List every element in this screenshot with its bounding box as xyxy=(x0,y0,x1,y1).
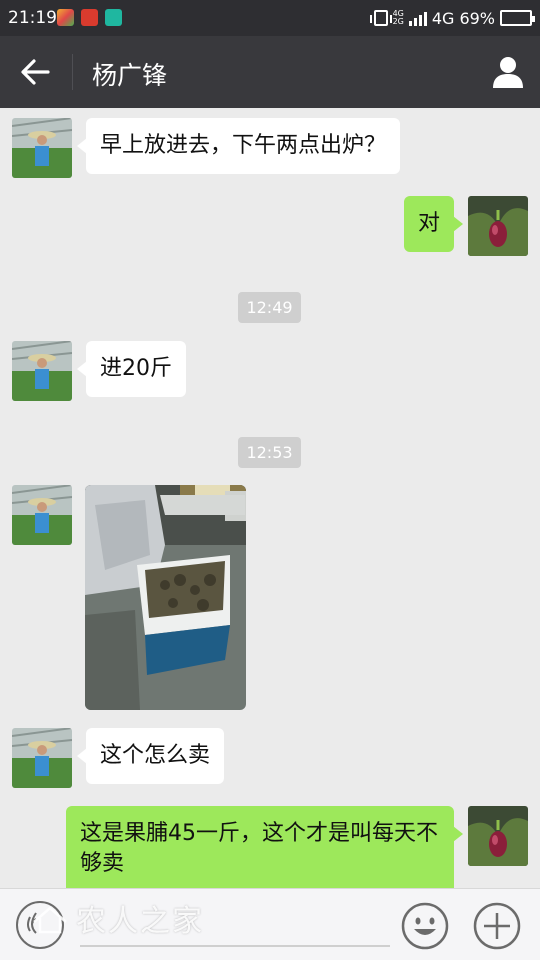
notification-app-icon xyxy=(105,9,122,26)
back-button[interactable] xyxy=(14,54,58,90)
status-bar: 21:19 4G 2G 4G 69% xyxy=(0,0,540,36)
person-icon xyxy=(493,57,523,88)
message-bubble-outgoing[interactable]: 对 xyxy=(403,196,464,252)
header-divider xyxy=(72,54,73,90)
status-time: 21:19 xyxy=(8,8,57,28)
notification-app-icon xyxy=(57,9,74,26)
watermark-text: 农人之家 xyxy=(76,904,204,939)
battery-percent: 69% xyxy=(459,8,495,28)
message-input[interactable] xyxy=(80,945,390,947)
emoji-button[interactable] xyxy=(400,901,450,951)
my-avatar[interactable] xyxy=(468,806,528,866)
network-label: 4G xyxy=(431,8,455,28)
message-timestamp: 12:53 xyxy=(238,437,301,468)
message-image[interactable] xyxy=(85,485,246,710)
more-button[interactable] xyxy=(472,901,522,951)
smiley-icon xyxy=(401,902,449,950)
chat-messages[interactable]: 早上放进去，下午两点出炉？ 对 12:49 进20斤 12:53 这个怎么卖 这… xyxy=(0,108,540,888)
profile-button[interactable] xyxy=(490,54,526,90)
battery-icon xyxy=(500,10,535,26)
network-type-small: 4G 2G xyxy=(392,9,404,26)
contact-avatar[interactable] xyxy=(12,341,72,401)
signal-icon xyxy=(408,10,427,26)
contact-avatar[interactable] xyxy=(12,485,72,545)
message-bubble-incoming[interactable]: 进20斤 xyxy=(77,341,186,397)
notification-app-icon xyxy=(81,9,98,26)
contact-name: 杨广锋 xyxy=(92,61,168,90)
vibrate-icon xyxy=(369,10,392,26)
message-bubble-outgoing[interactable]: 这是果脯45一斤，这个才是叫每天不够卖 xyxy=(66,806,463,888)
message-bubble-incoming[interactable]: 这个怎么卖 xyxy=(76,728,225,784)
message-timestamp: 12:49 xyxy=(238,292,301,323)
contact-avatar[interactable] xyxy=(12,118,72,178)
chat-header: 杨广锋 xyxy=(0,36,540,108)
message-bubble-incoming[interactable]: 早上放进去，下午两点出炉？ xyxy=(76,118,401,174)
watermark-logo-icon xyxy=(33,906,67,934)
arrow-left-icon xyxy=(21,59,50,85)
plus-icon xyxy=(473,902,521,950)
my-avatar[interactable] xyxy=(468,196,528,256)
contact-avatar[interactable] xyxy=(12,728,72,788)
